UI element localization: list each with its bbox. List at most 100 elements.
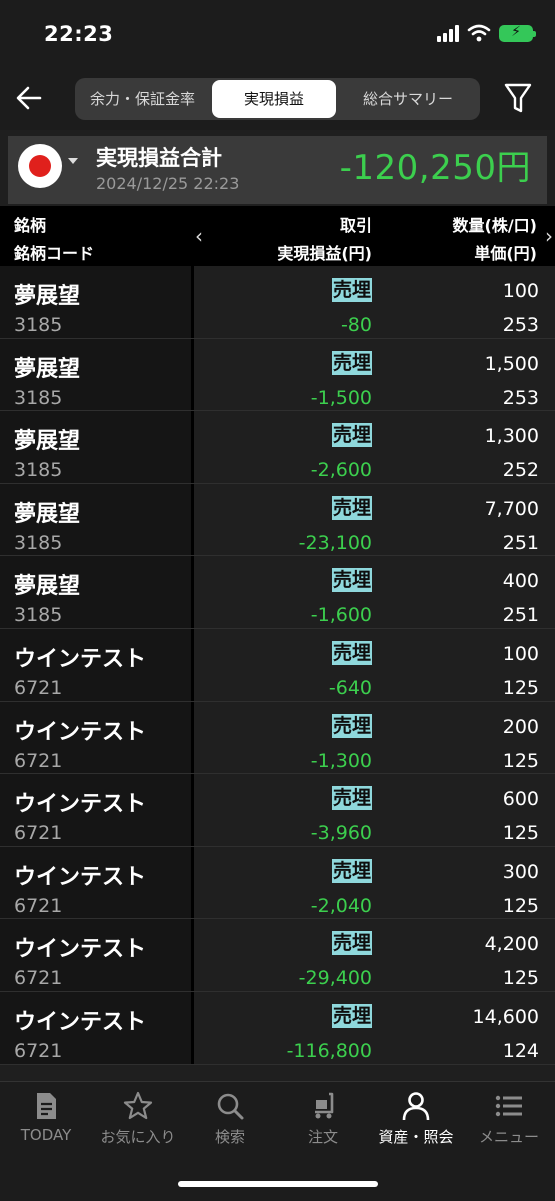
summary-title: 実現損益合計 xyxy=(96,146,222,170)
stock-name: 夢展望 xyxy=(14,356,81,382)
stock-code: 3185 xyxy=(14,386,63,409)
status-icons: ⚡ xyxy=(437,24,536,42)
realized-pl: -1,500 xyxy=(310,386,372,409)
tab-realized-pl[interactable]: 実現損益 xyxy=(212,80,336,118)
stock-code: 3185 xyxy=(14,531,63,554)
japan-flag-icon[interactable] xyxy=(18,144,62,188)
back-arrow-icon[interactable] xyxy=(14,80,44,116)
quantity: 600 xyxy=(502,788,539,811)
home-indicator[interactable] xyxy=(178,1181,378,1187)
stock-code: 6721 xyxy=(14,1039,63,1062)
tab-search[interactable]: 検索 xyxy=(184,1090,276,1147)
chevron-down-icon[interactable] xyxy=(68,158,78,164)
table-row[interactable]: ウインテスト 6721 売埋 -1,300 200 125 xyxy=(0,701,555,775)
quantity: 400 xyxy=(502,570,539,593)
stock-name: ウインテスト xyxy=(14,792,147,818)
tab-margin[interactable]: 余力・保証金率 xyxy=(75,80,210,118)
table-row[interactable]: ウインテスト 6721 売埋 -29,400 4,200 125 xyxy=(0,919,555,992)
stock-code: 6721 xyxy=(14,749,63,772)
table-row[interactable]: 夢展望 3185 売埋 -1,500 1,500 253 xyxy=(0,338,555,412)
person-icon xyxy=(402,1092,430,1121)
status-time: 22:23 xyxy=(44,22,114,46)
realized-pl: -29,400 xyxy=(298,967,372,990)
col-price: 単価(円) xyxy=(474,244,537,263)
quantity: 100 xyxy=(502,642,539,665)
quantity: 4,200 xyxy=(484,933,539,956)
trade-type-badge: 売埋 xyxy=(331,568,372,593)
star-icon xyxy=(123,1091,153,1120)
stock-name: ウインテスト xyxy=(14,1009,147,1035)
col-name: 銘柄 xyxy=(14,216,47,235)
table-row[interactable]: 夢展望 3185 売埋 -23,100 7,700 251 xyxy=(0,483,555,557)
summary-total-value: -120,250円 xyxy=(339,148,531,188)
menu-icon xyxy=(495,1095,522,1117)
trade-type-badge: 売埋 xyxy=(331,931,372,956)
tab-menu[interactable]: メニュー xyxy=(463,1090,555,1147)
realized-pl: -1,600 xyxy=(310,604,372,627)
table-row[interactable]: ウインテスト 6721 売埋 -2,040 300 125 xyxy=(0,846,555,920)
chevron-left-icon[interactable]: ‹ xyxy=(195,224,203,248)
col-qty: 数量(株/口) xyxy=(452,216,537,235)
stock-code: 6721 xyxy=(14,822,63,845)
tab-order[interactable]: 注文 xyxy=(277,1090,369,1147)
realized-pl: -2,040 xyxy=(310,894,372,917)
tab-label: お気に入り xyxy=(100,1128,176,1146)
stock-name: ウインテスト xyxy=(14,937,147,963)
stock-code: 3185 xyxy=(14,604,63,627)
trade-list[interactable]: 夢展望 3185 売埋 -80 100 253 夢展望 3185 売埋 -1,5… xyxy=(0,266,555,1081)
quantity: 1,300 xyxy=(484,425,539,448)
realized-pl: -2,600 xyxy=(310,459,372,482)
cart-icon xyxy=(315,1092,334,1119)
unit-price: 125 xyxy=(502,749,539,772)
tab-summary[interactable]: 総合サマリー xyxy=(338,80,478,118)
summary-datetime: 2024/12/25 22:23 xyxy=(96,174,240,193)
stock-code: 6721 xyxy=(14,676,63,699)
signal-icon xyxy=(437,24,459,42)
tab-today[interactable]: TODAY xyxy=(0,1090,92,1144)
tab-label: 検索 xyxy=(214,1128,245,1146)
chevron-right-icon[interactable]: › xyxy=(545,224,553,248)
table-row[interactable]: ウインテスト 6721 売埋 -640 100 125 xyxy=(0,628,555,702)
unit-price: 125 xyxy=(502,822,539,845)
stock-name: ウインテスト xyxy=(14,719,147,745)
filter-icon[interactable] xyxy=(503,82,533,114)
tab-favorites[interactable]: お気に入り xyxy=(92,1090,184,1147)
stock-name: 夢展望 xyxy=(14,501,81,527)
today-icon xyxy=(37,1093,56,1119)
battery-icon: ⚡ xyxy=(499,24,536,42)
unit-price: 124 xyxy=(502,1039,539,1062)
table-row[interactable]: ウインテスト 6721 売埋 -116,800 14,600 124 xyxy=(0,991,555,1065)
quantity: 100 xyxy=(502,280,539,302)
trade-type-badge: 売埋 xyxy=(331,1003,372,1028)
tab-label: 資産・照会 xyxy=(378,1128,454,1146)
realized-pl: -23,100 xyxy=(298,531,372,554)
unit-price: 125 xyxy=(502,894,539,917)
wifi-icon xyxy=(467,24,491,42)
column-header: 銘柄 銘柄コード ‹ 取引 実現損益(円) 数量(株/口) 単価(円) › xyxy=(0,206,555,266)
quantity: 200 xyxy=(502,715,539,738)
table-row[interactable]: 夢展望 3185 売埋 -1,600 400 251 xyxy=(0,556,555,629)
tab-assets[interactable]: 資産・照会 xyxy=(370,1090,462,1147)
realized-pl: -80 xyxy=(340,314,372,336)
trade-type-badge: 売埋 xyxy=(331,640,372,665)
stock-name: ウインテスト xyxy=(14,646,147,672)
tab-label: TODAY xyxy=(20,1126,72,1144)
realized-pl: -3,960 xyxy=(310,822,372,845)
unit-price: 253 xyxy=(502,386,539,409)
unit-price: 253 xyxy=(502,314,539,336)
segment-control: 余力・保証金率 実現損益 総合サマリー xyxy=(75,78,480,120)
table-row[interactable]: 夢展望 3185 売埋 -80 100 253 xyxy=(0,266,555,339)
unit-price: 252 xyxy=(502,459,539,482)
trade-type-badge: 売埋 xyxy=(331,858,372,883)
table-row[interactable]: 夢展望 3185 売埋 -2,600 1,300 252 xyxy=(0,411,555,484)
stock-name: 夢展望 xyxy=(14,429,81,455)
quantity: 7,700 xyxy=(484,497,539,520)
stock-code: 3185 xyxy=(14,314,63,336)
table-row[interactable]: ウインテスト 6721 売埋 -3,960 600 125 xyxy=(0,774,555,847)
tab-label: メニュー xyxy=(478,1128,539,1146)
trade-type-badge: 売埋 xyxy=(331,423,372,448)
stock-name: 夢展望 xyxy=(14,284,81,309)
quantity: 300 xyxy=(502,860,539,883)
unit-price: 125 xyxy=(502,967,539,990)
stock-code: 6721 xyxy=(14,894,63,917)
